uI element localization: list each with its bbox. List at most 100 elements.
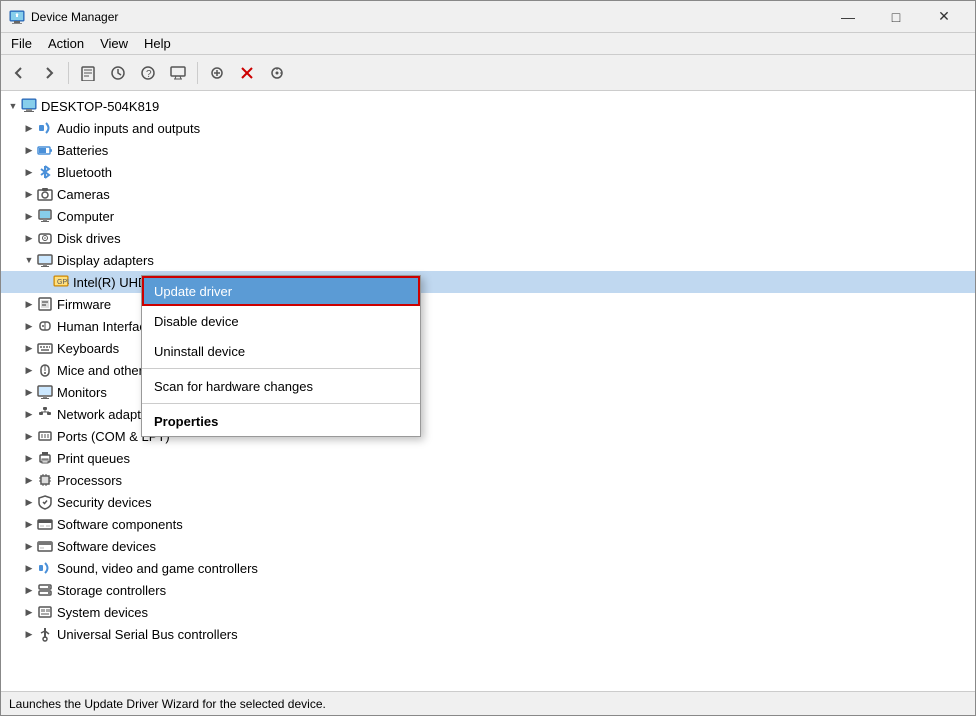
menu-bar: File Action View Help (1, 33, 975, 55)
svg-text:?: ? (146, 69, 152, 80)
menu-action[interactable]: Action (40, 33, 92, 55)
bluetooth-icon (37, 164, 53, 180)
network-icon (37, 406, 53, 422)
context-menu: Update driver Disable device Uninstall d… (141, 275, 421, 437)
window-title: Device Manager (31, 10, 825, 24)
tree-item-softwarecomponents[interactable]: ▶ Software components (1, 513, 975, 535)
title-bar: Device Manager — □ ✕ (1, 1, 975, 33)
expand-arrow-hid: ▶ (21, 318, 37, 334)
expand-arrow-softwarecomponents: ▶ (21, 516, 37, 532)
menu-view[interactable]: View (92, 33, 136, 55)
expand-arrow-printqueues: ▶ (21, 450, 37, 466)
batteries-label: Batteries (57, 143, 108, 158)
toolbar-separator-1 (68, 62, 69, 84)
sound-icon (37, 560, 53, 576)
close-button[interactable]: ✕ (921, 1, 967, 33)
context-menu-uninstall-device[interactable]: Uninstall device (142, 336, 420, 366)
processors-label: Processors (57, 473, 122, 488)
remove-hardware-button[interactable] (233, 59, 261, 87)
forward-button[interactable] (35, 59, 63, 87)
bluetooth-label: Bluetooth (57, 165, 112, 180)
computer-icon (21, 98, 37, 114)
status-bar: Launches the Update Driver Wizard for th… (1, 691, 975, 715)
window-controls: — □ ✕ (825, 1, 967, 33)
security-icon (37, 494, 53, 510)
toolbar-separator-2 (197, 62, 198, 84)
expand-arrow-bluetooth: ▶ (21, 164, 37, 180)
expand-arrow-audio: ▶ (21, 120, 37, 136)
sound-label: Sound, video and game controllers (57, 561, 258, 576)
expand-arrow-processors: ▶ (21, 472, 37, 488)
context-menu-update-driver[interactable]: Update driver (142, 276, 420, 306)
tree-item-batteries[interactable]: ▶ Batteries (1, 139, 975, 161)
update-driver-toolbar-button[interactable] (104, 59, 132, 87)
back-button[interactable] (5, 59, 33, 87)
expand-arrow-monitors: ▶ (21, 384, 37, 400)
mouse-icon (37, 362, 53, 378)
tree-item-systemdevices[interactable]: ▶ System devices (1, 601, 975, 623)
menu-file[interactable]: File (3, 33, 40, 55)
minimize-button[interactable]: — (825, 1, 871, 33)
ports-icon (37, 428, 53, 444)
status-text: Launches the Update Driver Wizard for th… (9, 697, 326, 711)
expand-arrow-computer: ▶ (21, 208, 37, 224)
monitor-icon (37, 384, 53, 400)
camera-icon (37, 186, 53, 202)
keyboard-icon (37, 340, 53, 356)
system-icon (37, 604, 53, 620)
context-menu-separator-2 (142, 403, 420, 404)
systemdevices-label: System devices (57, 605, 148, 620)
context-menu-scan-hardware[interactable]: Scan for hardware changes (142, 371, 420, 401)
main-content: ▼ DESKTOP-504K819 ▶ (1, 91, 975, 691)
expand-arrow-network: ▶ (21, 406, 37, 422)
displayadapters-label: Display adapters (57, 253, 154, 268)
usb-label: Universal Serial Bus controllers (57, 627, 238, 642)
expand-arrow-cameras: ▶ (21, 186, 37, 202)
tree-item-audio[interactable]: ▶ Audio inputs and outputs (1, 117, 975, 139)
display-adapter-icon (37, 252, 53, 268)
expand-arrow-displayadapters: ▼ (21, 252, 37, 268)
expand-arrow-softwaredevices: ▶ (21, 538, 37, 554)
expand-arrow-sound: ▶ (21, 560, 37, 576)
properties-button[interactable] (74, 59, 102, 87)
processor-icon (37, 472, 53, 488)
cameras-label: Cameras (57, 187, 110, 202)
context-menu-properties[interactable]: Properties (142, 406, 420, 436)
tree-item-displayadapters[interactable]: ▼ Display adapters (1, 249, 975, 271)
expand-arrow-security: ▶ (21, 494, 37, 510)
tree-item-printqueues[interactable]: ▶ Print queues (1, 447, 975, 469)
software-components-icon (37, 516, 53, 532)
toolbar: ? (1, 55, 975, 91)
tree-item-softwaredevices[interactable]: ▶ Software devices (1, 535, 975, 557)
firmware-label: Firmware (57, 297, 111, 312)
root-label: DESKTOP-504K819 (41, 99, 159, 114)
printqueues-label: Print queues (57, 451, 130, 466)
tree-item-bluetooth[interactable]: ▶ Bluetooth (1, 161, 975, 183)
computer-label: Computer (57, 209, 114, 224)
tree-item-security[interactable]: ▶ Security devices (1, 491, 975, 513)
tree-item-diskdrives[interactable]: ▶ Disk drives (1, 227, 975, 249)
expand-arrow-diskdrives: ▶ (21, 230, 37, 246)
expand-arrow-intel (37, 274, 53, 290)
monitor-button[interactable] (164, 59, 192, 87)
usb-icon (37, 626, 53, 642)
tree-item-storage[interactable]: ▶ Storage controllers (1, 579, 975, 601)
tree-item-cameras[interactable]: ▶ Cameras (1, 183, 975, 205)
help-button[interactable]: ? (134, 59, 162, 87)
add-hardware-button[interactable] (203, 59, 231, 87)
tree-root[interactable]: ▼ DESKTOP-504K819 (1, 95, 975, 117)
tree-item-computer[interactable]: ▶ Computer (1, 205, 975, 227)
expand-arrow-storage: ▶ (21, 582, 37, 598)
context-menu-disable-device[interactable]: Disable device (142, 306, 420, 336)
tree-item-processors[interactable]: ▶ Processors (1, 469, 975, 491)
intel-icon: GPU (53, 274, 69, 290)
tree-item-usb[interactable]: ▶ Universal Serial Bus controllers (1, 623, 975, 645)
computer-icon-2 (37, 208, 53, 224)
expand-arrow-systemdevices: ▶ (21, 604, 37, 620)
scan-changes-button[interactable] (263, 59, 291, 87)
menu-help[interactable]: Help (136, 33, 179, 55)
tree-item-sound[interactable]: ▶ Sound, video and game controllers (1, 557, 975, 579)
software-devices-icon (37, 538, 53, 554)
context-menu-separator-1 (142, 368, 420, 369)
maximize-button[interactable]: □ (873, 1, 919, 33)
